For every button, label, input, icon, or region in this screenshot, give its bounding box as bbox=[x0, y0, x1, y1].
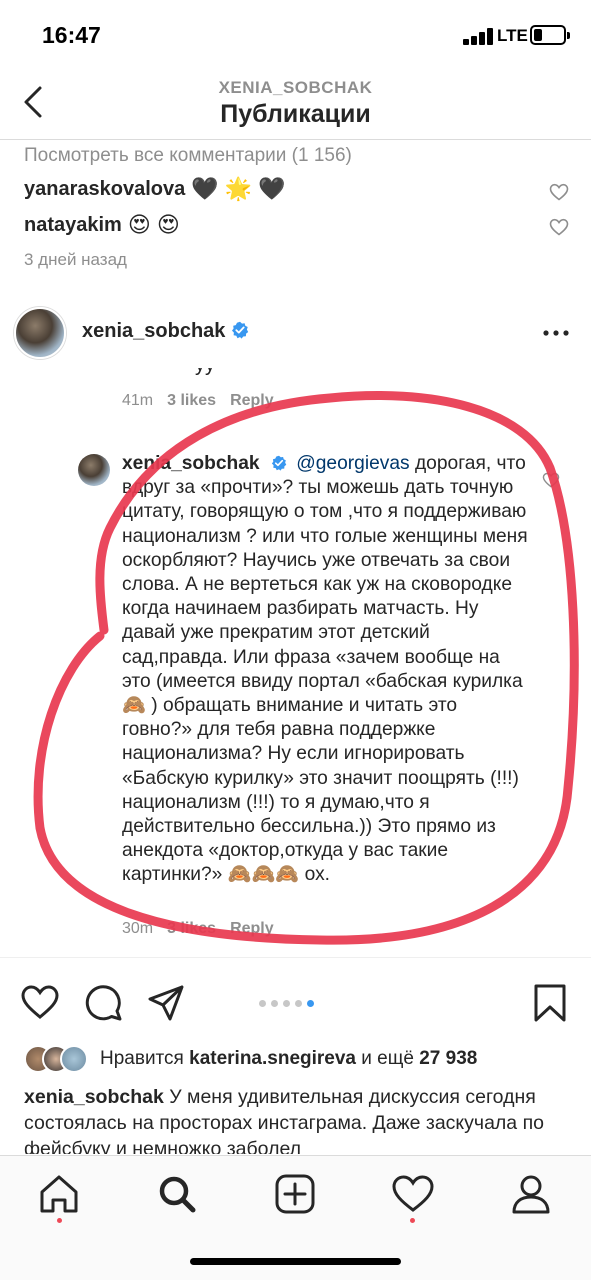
verified-icon bbox=[271, 455, 287, 471]
comment-time: 41m bbox=[122, 392, 154, 409]
home-indicator bbox=[190, 1258, 401, 1265]
avatar[interactable] bbox=[14, 307, 66, 359]
share-icon[interactable] bbox=[146, 983, 186, 1023]
search-icon[interactable] bbox=[155, 1172, 199, 1216]
notification-dot bbox=[57, 1218, 62, 1223]
comment-icon[interactable] bbox=[84, 983, 124, 1023]
reply-comment: xenia_sobchak @georgievas дорогая, что в… bbox=[122, 452, 530, 888]
heart-icon bbox=[542, 472, 560, 488]
comment-row: natayakim 😍 😍 bbox=[24, 212, 180, 238]
header-username: XENIA_SOBCHAK bbox=[218, 78, 373, 97]
timestamp: 3 дней назад bbox=[24, 250, 127, 269]
comment-reply: Reply bbox=[230, 392, 274, 409]
notification-dot bbox=[410, 1218, 415, 1223]
reply-avatar bbox=[78, 454, 110, 486]
post-username[interactable]: xenia_sobchak bbox=[82, 320, 249, 343]
reply-username: xenia_sobchak bbox=[122, 453, 260, 474]
post-header: xenia_sobchak bbox=[0, 300, 591, 366]
comment-meta: 30m 3 likes Reply bbox=[122, 920, 274, 938]
comment-text: 🖤 🌟 🖤 bbox=[191, 176, 286, 201]
caption-username[interactable]: xenia_sobchak bbox=[24, 1086, 164, 1108]
likes-middle: и ещё bbox=[356, 1048, 420, 1069]
comment-row: yanaraskovalova 🖤 🌟 🖤 bbox=[24, 176, 286, 202]
heart-icon[interactable] bbox=[549, 183, 569, 201]
profile-icon[interactable] bbox=[509, 1172, 553, 1216]
likes-prefix: Нравится bbox=[100, 1048, 190, 1069]
status-time: 16:47 bbox=[42, 22, 101, 48]
signal-icon bbox=[463, 27, 497, 45]
comment-likes: 3 likes bbox=[167, 392, 217, 409]
comment-reply: Reply bbox=[230, 920, 274, 937]
tab-bar bbox=[0, 1155, 591, 1280]
likes-row[interactable]: Нравится katerina.snegireva и ещё 27 938 bbox=[24, 1044, 477, 1074]
page-title: Публикации bbox=[220, 100, 371, 128]
comment-meta: 41m 3 likes Reply bbox=[122, 392, 274, 410]
comment-likes: 3 likes bbox=[167, 920, 217, 937]
cropped-comment-text: уу bbox=[195, 368, 215, 377]
battery-icon bbox=[530, 25, 570, 45]
verified-icon bbox=[232, 321, 249, 339]
comment-username[interactable]: natayakim bbox=[24, 214, 122, 237]
activity-icon[interactable] bbox=[391, 1172, 435, 1216]
post-caption: xenia_sobchak У меня удивительная дискус… bbox=[24, 1084, 569, 1154]
home-icon[interactable] bbox=[37, 1172, 81, 1216]
likes-text: Нравится katerina.snegireva и ещё 27 938 bbox=[100, 1048, 477, 1070]
heart-icon[interactable] bbox=[549, 218, 569, 236]
add-icon[interactable] bbox=[273, 1172, 317, 1216]
likes-user[interactable]: katerina.snegireva bbox=[189, 1048, 356, 1069]
network-label: LTE bbox=[497, 26, 528, 45]
avatar bbox=[60, 1045, 88, 1073]
comment-text: 😍 😍 bbox=[127, 212, 180, 237]
reply-body: дорогая, что вдруг за «прочти»? ты можеш… bbox=[122, 453, 528, 886]
post-image[interactable]: уу 41m 3 likes Reply xenia_sobchak @georgi… bbox=[0, 368, 591, 958]
heart-icon[interactable] bbox=[20, 983, 60, 1023]
post-actions bbox=[0, 975, 591, 1035]
comment-username[interactable]: yanaraskovalova bbox=[24, 178, 185, 201]
post-username-text[interactable]: xenia_sobchak bbox=[82, 320, 225, 342]
comment-time: 30m bbox=[122, 920, 154, 937]
carousel-indicator bbox=[259, 1000, 314, 1010]
nav-header: XENIA_SOBCHAK Публикации bbox=[0, 66, 591, 140]
reply-mention: @georgievas bbox=[296, 453, 410, 474]
status-bar: 16:47 LTE bbox=[0, 0, 591, 66]
more-icon[interactable] bbox=[543, 330, 569, 336]
bookmark-icon[interactable] bbox=[530, 983, 570, 1023]
view-all-comments-link[interactable]: Посмотреть все комментарии (1 156) bbox=[24, 145, 352, 167]
likes-count[interactable]: 27 938 bbox=[419, 1048, 477, 1069]
